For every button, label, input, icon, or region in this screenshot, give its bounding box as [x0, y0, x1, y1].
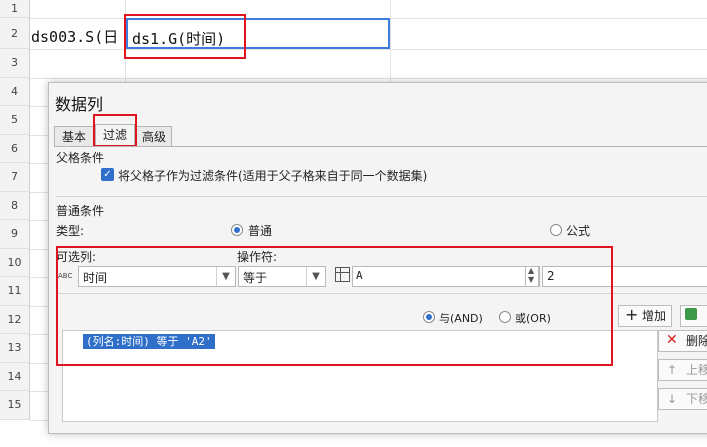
- row-header[interactable]: 13: [0, 334, 30, 363]
- highlight-box-cell: [124, 14, 246, 59]
- close-icon: ✕: [666, 332, 678, 348]
- row-header[interactable]: 8: [0, 191, 30, 220]
- move-down-button[interactable]: ↓ 下移: [658, 388, 707, 410]
- type-formula-radio[interactable]: [550, 224, 562, 236]
- dialog-title: 数据列: [55, 95, 104, 114]
- move-up-button[interactable]: ↑ 上移: [658, 359, 707, 381]
- row-header[interactable]: 10: [0, 248, 30, 277]
- type-formula-label: 公式: [566, 224, 591, 238]
- row-header[interactable]: 1: [0, 0, 30, 18]
- row-gridline: [30, 77, 707, 79]
- type-normal-radio[interactable]: [231, 224, 243, 236]
- row-header[interactable]: 12: [0, 305, 30, 334]
- highlight-box-filter: [56, 246, 613, 366]
- grid-icon: [685, 308, 697, 320]
- row-header[interactable]: 7: [0, 163, 30, 192]
- add-button[interactable]: + 增加: [618, 305, 672, 327]
- row-header[interactable]: 2: [0, 18, 30, 49]
- parent-filter-checkbox-label: 将父格子作为过滤条件(适用于父子格来自于同一个数据集): [118, 169, 428, 183]
- row-header[interactable]: 14: [0, 362, 30, 391]
- row-header[interactable]: 9: [0, 220, 30, 249]
- type-normal-label: 普通: [248, 224, 273, 238]
- cell-a2[interactable]: ds003.S(日: [31, 26, 118, 47]
- row-header[interactable]: 11: [0, 277, 30, 306]
- row-header[interactable]: 3: [0, 49, 30, 78]
- parent-condition-heading: 父格条件: [56, 151, 105, 165]
- common-condition-heading: 普通条件: [56, 204, 105, 218]
- highlight-box-tab: [93, 114, 137, 147]
- row-header[interactable]: 5: [0, 106, 30, 135]
- parent-filter-checkbox[interactable]: ✓: [101, 168, 114, 181]
- type-label: 类型:: [56, 224, 85, 238]
- row-header[interactable]: 15: [0, 391, 30, 420]
- delete-button[interactable]: ✕ 删除: [658, 330, 707, 352]
- row-header[interactable]: 6: [0, 134, 30, 163]
- tab-advanced[interactable]: 高级: [136, 126, 172, 147]
- divider: [56, 196, 707, 197]
- row-header[interactable]: 4: [0, 77, 30, 106]
- arrow-up-icon: ↑: [667, 363, 678, 377]
- extra-button[interactable]: [680, 305, 707, 327]
- plus-icon: +: [625, 305, 639, 324]
- arrow-down-icon: ↓: [667, 392, 678, 406]
- tab-basic[interactable]: 基本: [54, 126, 94, 147]
